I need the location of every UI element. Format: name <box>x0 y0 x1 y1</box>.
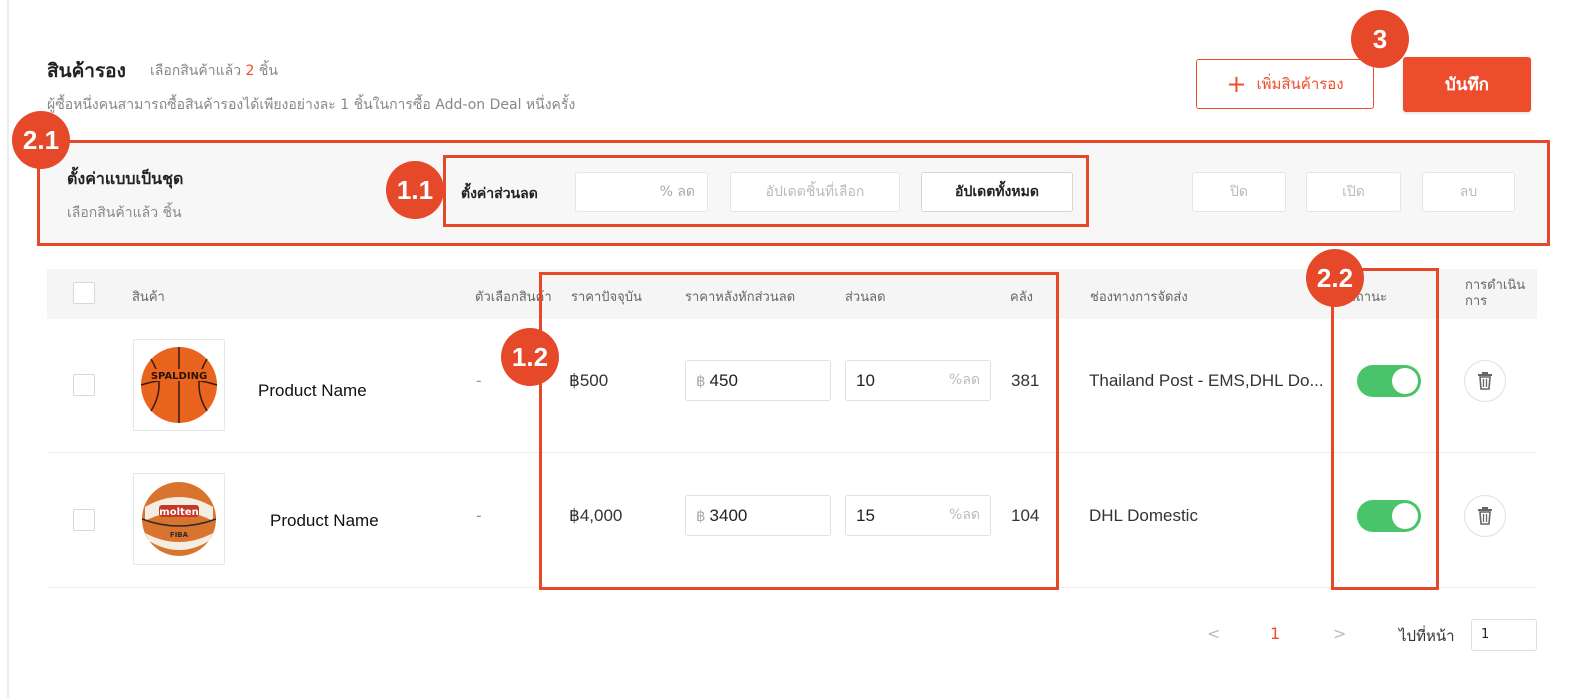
page-number-current[interactable]: 1 <box>1270 624 1280 643</box>
status-toggle[interactable] <box>1357 365 1421 397</box>
selected-count-info: เลือกสินค้าแล้ว 2 ชิ้น <box>150 60 278 82</box>
current-price: ฿4,000 <box>569 506 623 525</box>
discount-value: 10 <box>856 371 875 390</box>
currency-prefix: ฿ <box>696 508 706 525</box>
status-toggle[interactable] <box>1357 500 1421 532</box>
batch-title: ตั้งค่าแบบเป็นชุด <box>67 169 184 188</box>
annotation-badge: 2.2 <box>1306 249 1364 307</box>
discount-value: 15 <box>856 506 875 525</box>
row-divider <box>47 452 1537 453</box>
discounted-price-value: 3400 <box>709 506 748 525</box>
trash-icon <box>1478 507 1492 525</box>
save-button[interactable]: บันทึก <box>1403 57 1531 112</box>
svg-text:FIBA: FIBA <box>170 531 189 539</box>
batch-discount-input[interactable]: % ลด <box>575 172 708 212</box>
discount-percent-input[interactable]: 15 %ลด <box>845 495 991 536</box>
col-product: สินค้า <box>132 290 165 305</box>
row-divider <box>47 587 1537 588</box>
delete-row-button[interactable] <box>1464 360 1506 402</box>
plus-icon: + <box>1226 70 1247 98</box>
delete-button[interactable]: ลบ <box>1422 172 1515 212</box>
annotation-badge: 1.1 <box>386 161 444 219</box>
page-subtitle: ผู้ซื้อหนึ่งคนสามารถซื้อสินค้ารองได้เพีย… <box>47 97 576 113</box>
selected-count: 2 <box>245 63 255 79</box>
product-name: Product Name <box>258 381 367 400</box>
shipping-value: Thailand Post - EMS,DHL Do... <box>1089 371 1324 390</box>
add-button-label: เพิ่มสินค้ารอง <box>1256 75 1344 93</box>
highlight-price-columns <box>539 272 1059 590</box>
product-name: Product Name <box>270 511 379 530</box>
discounted-price-value: 450 <box>709 371 738 390</box>
col-action: การดำเนิน การ <box>1465 278 1525 310</box>
update-selected-button[interactable]: อัปเดตชิ้นที่เลือก <box>730 172 900 212</box>
col-stock: คลัง <box>1010 290 1034 305</box>
left-border <box>7 0 9 698</box>
variation-value: - <box>476 506 482 525</box>
col-current-price: ราคาปัจจุบัน <box>569 286 642 307</box>
batch-subtitle: เลือกสินค้าแล้ว ชิ้น <box>67 205 182 221</box>
row-checkbox[interactable] <box>73 374 95 396</box>
goto-page-input[interactable]: 1 <box>1471 619 1537 651</box>
col-action-line1: การดำเนิน <box>1465 278 1526 293</box>
page-title: สินค้ารอง <box>47 60 126 82</box>
annotation-badge: 2.1 <box>12 111 70 169</box>
col-action-line2: การ <box>1465 294 1488 309</box>
delete-row-button[interactable] <box>1464 495 1506 537</box>
annotation-badge: 3 <box>1351 10 1409 68</box>
update-all-button[interactable]: อัปเดตทั้งหมด <box>921 172 1073 212</box>
prev-page-button[interactable]: < <box>1207 624 1220 643</box>
currency-prefix: ฿ <box>696 373 706 390</box>
next-page-button[interactable]: > <box>1333 624 1346 643</box>
molten-ball-image: molten FIBA <box>141 482 217 556</box>
svg-text:molten: molten <box>159 507 198 518</box>
col-discounted-price: ราคาหลังหักส่วนลด <box>685 290 796 305</box>
discounted-price-input[interactable]: ฿ 3400 <box>685 495 831 536</box>
discounted-price-input[interactable]: ฿ 450 <box>685 360 831 401</box>
select-all-checkbox[interactable] <box>73 282 95 304</box>
row-checkbox[interactable] <box>73 509 95 531</box>
discount-suffix: %ลด <box>949 372 980 388</box>
goto-page-label: ไปที่หน้า <box>1399 627 1455 645</box>
col-variation: ตัวเลือกสินค้า <box>475 290 552 305</box>
variation-value: - <box>476 371 482 390</box>
add-sub-product-button[interactable]: + เพิ่มสินค้ารอง <box>1196 59 1374 109</box>
product-image: SPALDING <box>133 339 225 431</box>
selected-prefix: เลือกสินค้าแล้ว <box>150 63 242 79</box>
discount-setting-label: ตั้งค่าส่วนลด <box>461 186 538 202</box>
current-price: ฿500 <box>569 371 609 390</box>
spalding-ball-image: SPALDING <box>140 347 218 423</box>
col-shipping: ช่องทางการจัดส่ง <box>1090 290 1188 305</box>
selected-suffix: ชิ้น <box>258 63 278 79</box>
product-image: molten FIBA <box>133 473 225 565</box>
col-discount: ส่วนลด <box>845 290 886 305</box>
discount-percent-input[interactable]: 10 %ลด <box>845 360 991 401</box>
svg-text:SPALDING: SPALDING <box>151 371 207 382</box>
trash-icon <box>1478 372 1492 390</box>
shipping-value: DHL Domestic <box>1089 506 1198 525</box>
disable-button[interactable]: ปิด <box>1192 172 1286 212</box>
enable-button[interactable]: เปิด <box>1306 172 1401 212</box>
discount-suffix: %ลด <box>949 507 980 523</box>
annotation-badge: 1.2 <box>501 328 559 386</box>
stock-value: 381 <box>1011 371 1040 390</box>
stock-value: 104 <box>1011 506 1040 525</box>
